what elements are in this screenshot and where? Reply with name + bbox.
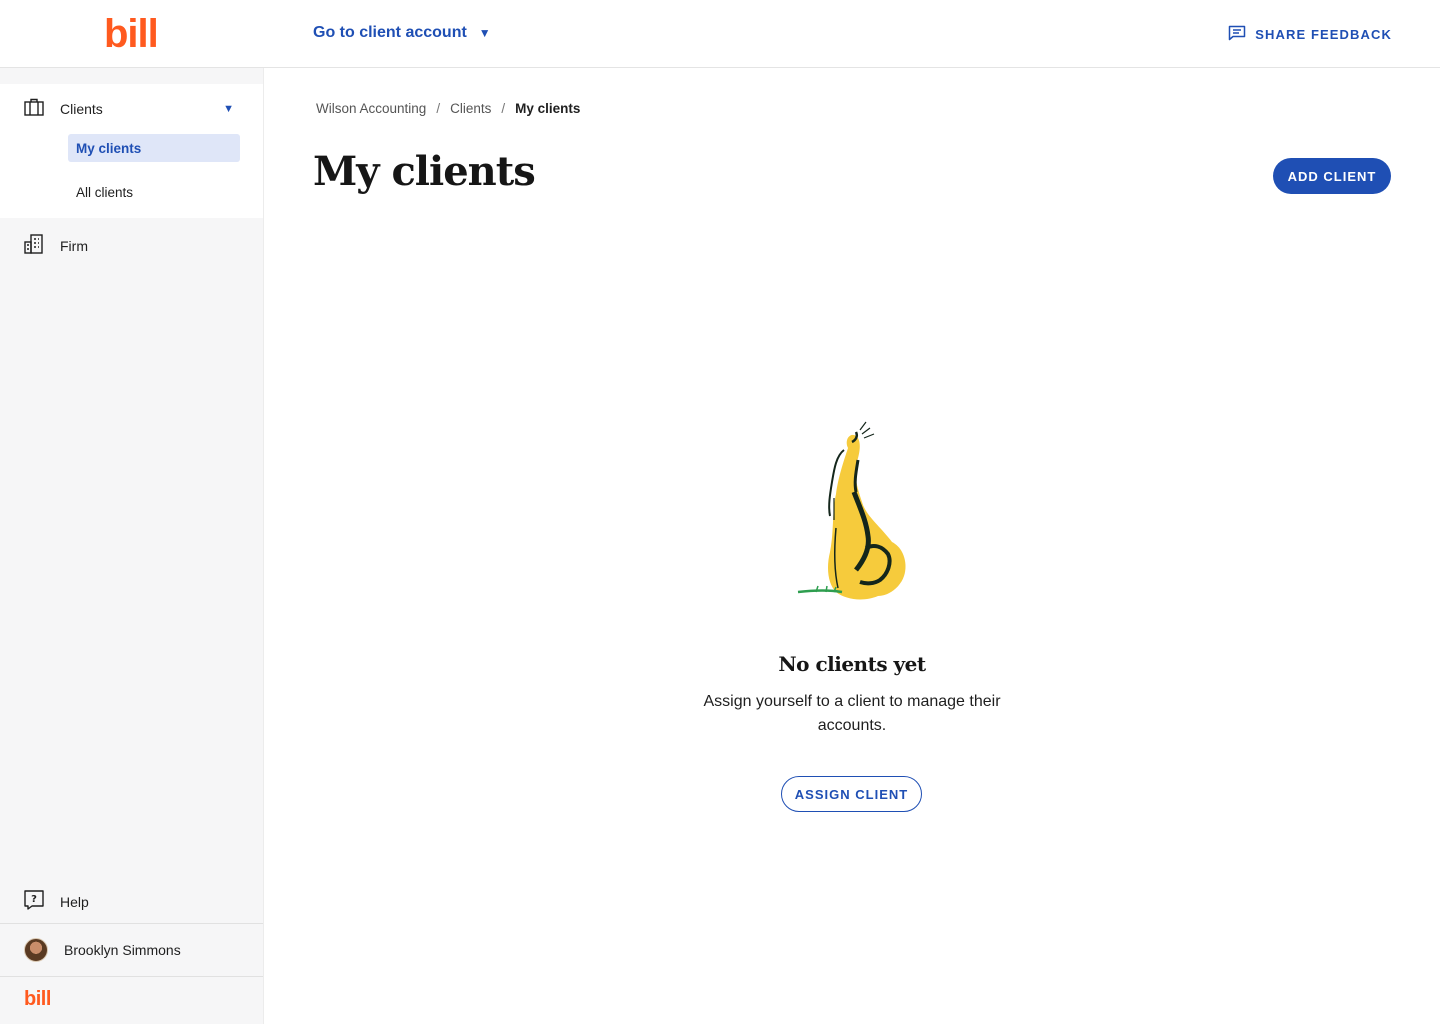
add-client-button[interactable]: ADD CLIENT bbox=[1273, 158, 1391, 194]
go-to-client-account-label: Go to client account bbox=[313, 24, 467, 41]
caret-down-icon: ▼ bbox=[478, 26, 491, 40]
sidebar-subitem-all-clients[interactable]: All clients bbox=[68, 178, 240, 206]
user-profile[interactable]: Brooklyn Simmons bbox=[24, 938, 181, 962]
breadcrumb: Wilson Accounting / Clients / My clients bbox=[316, 101, 580, 116]
divider bbox=[0, 923, 263, 924]
breadcrumb-separator: / bbox=[501, 101, 506, 116]
go-to-client-account-dropdown[interactable]: Go to client account ▼ bbox=[313, 24, 491, 42]
sidebar-item-label: Help bbox=[60, 893, 89, 910]
avatar bbox=[24, 938, 48, 962]
briefcase-icon bbox=[24, 98, 44, 119]
user-name: Brooklyn Simmons bbox=[64, 942, 181, 958]
sidebar-item-help[interactable]: ? Help bbox=[24, 890, 89, 913]
bill-logo[interactable]: bill bbox=[104, 14, 159, 54]
help-icon: ? bbox=[24, 890, 44, 913]
sidebar-item-label: Firm bbox=[60, 237, 88, 254]
dog-illustration bbox=[796, 420, 920, 604]
sidebar-subitem-my-clients[interactable]: My clients bbox=[68, 134, 240, 162]
share-feedback-label: SHARE FEEDBACK bbox=[1255, 27, 1392, 42]
page-title: My clients bbox=[313, 148, 536, 195]
top-bar: bill Go to client account ▼ SHARE FEEDBA… bbox=[0, 0, 1440, 68]
building-icon bbox=[24, 234, 44, 257]
share-feedback-button[interactable]: SHARE FEEDBACK bbox=[1228, 25, 1392, 44]
sidebar: Clients ▼ My clients All clients Firm ? … bbox=[0, 68, 264, 1024]
clients-nav-group: Clients ▼ My clients All clients bbox=[0, 84, 263, 218]
empty-state-title: No clients yet bbox=[778, 652, 926, 676]
sidebar-item-firm[interactable]: Firm bbox=[24, 234, 88, 257]
bill-footer-logo: bill bbox=[24, 988, 51, 1010]
sidebar-item-clients[interactable]: Clients ▼ bbox=[24, 98, 234, 119]
caret-down-icon[interactable]: ▼ bbox=[223, 103, 234, 115]
empty-state-text: Assign yourself to a client to manage th… bbox=[703, 693, 1001, 734]
assign-client-button[interactable]: ASSIGN CLIENT bbox=[781, 776, 922, 812]
message-icon bbox=[1228, 25, 1246, 44]
divider bbox=[0, 976, 263, 977]
sidebar-item-label: Clients bbox=[60, 100, 103, 117]
breadcrumb-item-firm[interactable]: Wilson Accounting bbox=[316, 101, 426, 116]
breadcrumb-item-clients[interactable]: Clients bbox=[450, 101, 491, 116]
svg-text:?: ? bbox=[31, 894, 37, 905]
breadcrumb-item-current: My clients bbox=[515, 101, 581, 116]
breadcrumb-separator: / bbox=[436, 101, 441, 116]
